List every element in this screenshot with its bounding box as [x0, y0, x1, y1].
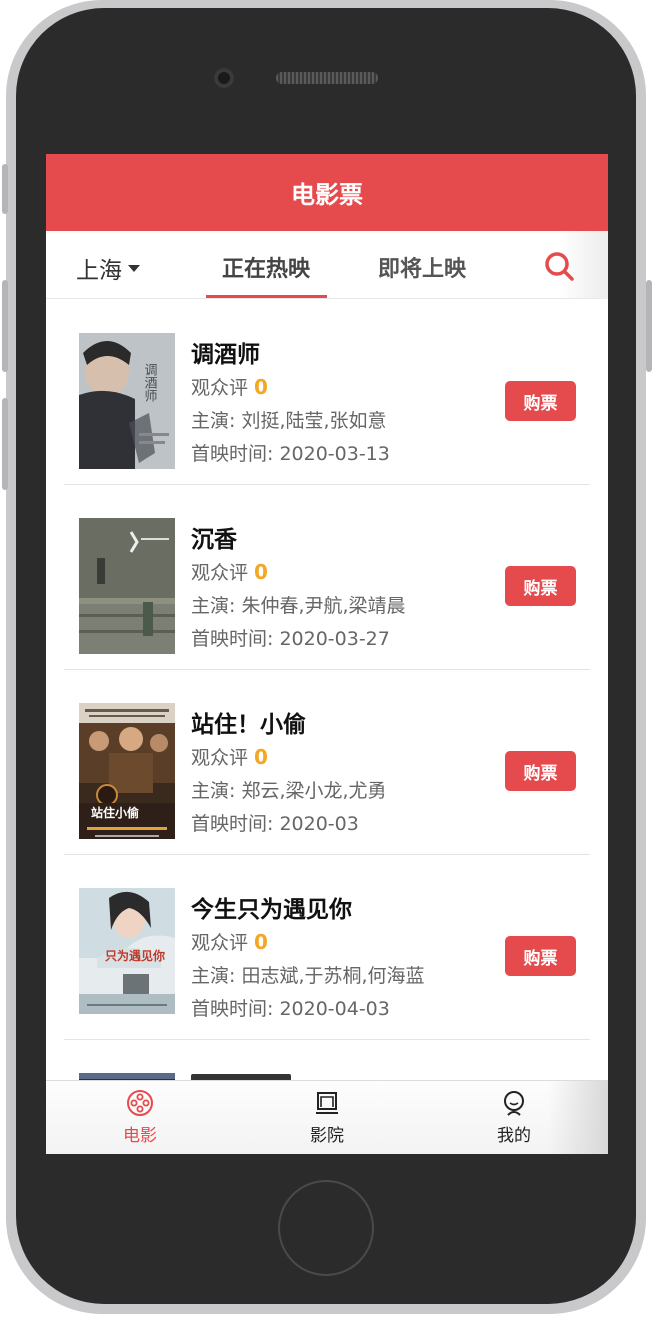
movie-cast: 主演: 朱仲春,尹航,梁靖晨	[191, 595, 406, 617]
release-date: 首映时间: 2020-04-03	[191, 998, 390, 1020]
list-item[interactable]: 站住小偷 站住！小偷 观众评 0 主演: 郑云,梁小龙,尤勇 首映时间: 2020…	[46, 670, 608, 855]
audience-rating: 观众评 0	[191, 558, 268, 585]
tab-cinemas[interactable]: 影院	[287, 1089, 367, 1146]
audience-rating: 观众评 0	[191, 743, 268, 770]
movie-poster[interactable]: 调酒师	[79, 333, 175, 469]
rating-label: 观众评	[191, 377, 249, 399]
tab-profile[interactable]: 我的	[474, 1089, 554, 1146]
poster-text: 站住小偷	[91, 805, 139, 820]
movie-cast: 主演: 郑云,梁小龙,尤勇	[191, 780, 387, 802]
cinema-screen-icon	[316, 1092, 338, 1114]
app-header: 电影票	[46, 154, 608, 231]
page-title: 电影票	[291, 181, 363, 209]
caret-down-icon	[128, 264, 140, 272]
search-icon[interactable]	[542, 249, 578, 285]
rating-label: 观众评	[191, 932, 249, 954]
movie-title[interactable]: 调酒师	[191, 335, 260, 369]
list-item[interactable]: 沉香 观众评 0 主演: 朱仲春,尹航,梁靖晨 首映时间: 2020-03-27 …	[46, 485, 608, 670]
tab-coming-soon[interactable]: 即将上映	[378, 251, 466, 283]
tab-movies[interactable]: 电影	[100, 1089, 180, 1146]
front-camera	[214, 68, 234, 88]
rating-score: 0	[254, 745, 268, 769]
app-screen: 电影票 上海 正在热映 即将上映 调酒师 调酒师 观众评 0 主演: 刘挺,陆莹…	[46, 154, 608, 1154]
active-tab-indicator	[206, 295, 327, 298]
rating-score: 0	[254, 930, 268, 954]
city-selector[interactable]: 上海	[76, 251, 140, 285]
release-date: 首映时间: 2020-03	[191, 813, 359, 835]
buy-ticket-button[interactable]: 购票	[505, 751, 576, 791]
release-date: 首映时间: 2020-03-13	[191, 443, 390, 465]
buy-ticket-button[interactable]: 购票	[505, 936, 576, 976]
home-button[interactable]	[278, 1180, 374, 1276]
mute-switch	[2, 164, 8, 214]
tabbar-edge-shade	[548, 1081, 608, 1154]
release-date: 首映时间: 2020-03-27	[191, 628, 390, 650]
poster-text: 只为遇见你	[105, 948, 165, 963]
list-item[interactable]: 调酒师 调酒师 观众评 0 主演: 刘挺,陆莹,张如意 首映时间: 2020-03…	[46, 300, 608, 485]
volume-up-button	[2, 280, 8, 372]
city-label: 上海	[76, 258, 122, 284]
rating-score: 0	[254, 560, 268, 584]
audience-rating: 观众评 0	[191, 928, 268, 955]
tab-now-showing[interactable]: 正在热映	[222, 251, 310, 283]
movie-title[interactable]: 沉香	[191, 520, 237, 554]
rating-score: 0	[254, 375, 268, 399]
user-icon	[504, 1091, 524, 1116]
tab-label: 电影	[123, 1126, 157, 1146]
buy-ticket-button[interactable]: 购票	[505, 381, 576, 421]
power-button	[646, 280, 652, 372]
volume-down-button	[2, 398, 8, 490]
rating-label: 观众评	[191, 562, 249, 584]
movie-poster[interactable]: 站住小偷	[79, 703, 175, 839]
sub-navigation: 上海 正在热映 即将上映	[46, 231, 608, 299]
audience-rating: 观众评 0	[191, 373, 268, 400]
rating-label: 观众评	[191, 747, 249, 769]
movie-poster[interactable]: 只为遇见你	[79, 888, 175, 1014]
movie-title[interactable]: 今生只为遇见你	[191, 890, 352, 924]
movie-poster[interactable]	[79, 518, 175, 654]
list-item[interactable]: 只为遇见你 今生只为遇见你 观众评 0 主演: 田志斌,于苏桐,何海蓝 首映时间:…	[46, 855, 608, 1040]
movie-list: 调酒师 调酒师 观众评 0 主演: 刘挺,陆莹,张如意 首映时间: 2020-03…	[46, 300, 608, 1154]
bottom-tab-bar: 电影 影院 我的	[46, 1080, 608, 1154]
poster-text: 调酒师	[142, 363, 158, 402]
tab-label: 我的	[497, 1126, 531, 1146]
movie-title[interactable]: 站住！小偷	[191, 705, 306, 739]
movie-cast: 主演: 刘挺,陆莹,张如意	[191, 410, 387, 432]
movie-cast: 主演: 田志斌,于苏桐,何海蓝	[191, 965, 425, 987]
buy-ticket-button[interactable]: 购票	[505, 566, 576, 606]
earpiece-speaker	[276, 72, 378, 84]
film-reel-icon	[127, 1090, 153, 1116]
tab-label: 影院	[310, 1126, 344, 1146]
